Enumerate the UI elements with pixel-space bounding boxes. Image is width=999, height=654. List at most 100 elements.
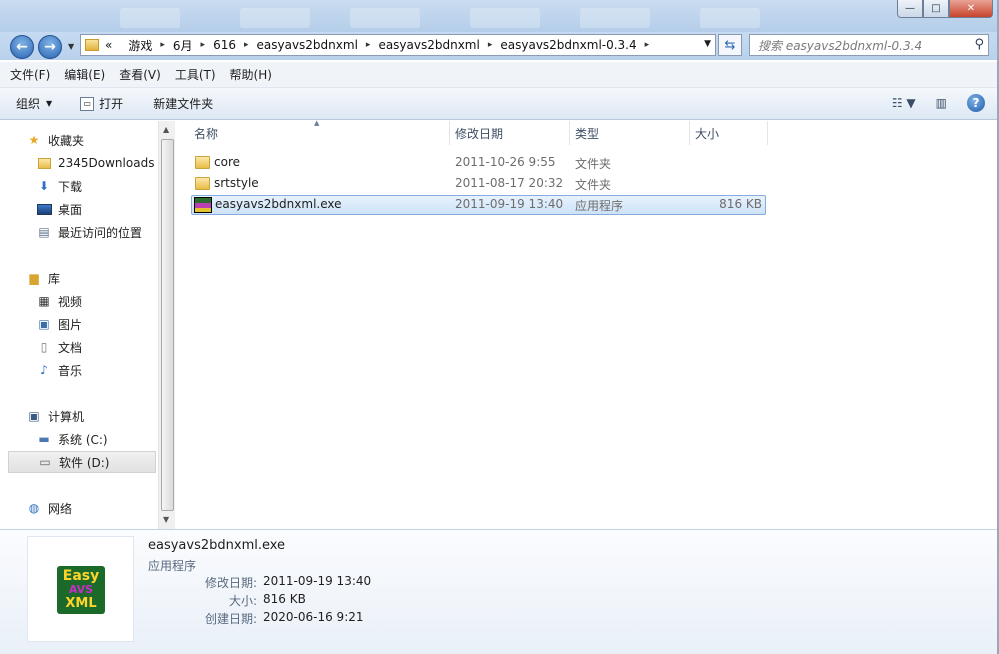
breadcrumb-separator[interactable]: ▸ <box>244 40 249 50</box>
sidebar-item-videos[interactable]: ▦ 视频 <box>36 290 82 312</box>
history-dropdown-icon[interactable]: ▼ <box>68 42 74 51</box>
menu-tools[interactable]: 工具(T) <box>175 66 216 83</box>
sidebar-label: 图片 <box>58 317 83 332</box>
file-name: core <box>214 155 240 169</box>
sidebar-label: 网络 <box>48 501 73 516</box>
sidebar-scrollbar[interactable]: ▲ ▼ <box>158 121 175 529</box>
close-button[interactable]: ✕ <box>949 0 993 18</box>
sidebar-item-downloads[interactable]: ⬇ 下载 <box>36 175 82 197</box>
preview-pane-icon[interactable]: ▥ <box>936 96 947 110</box>
sidebar-computer[interactable]: ▣ 计算机 <box>26 405 84 427</box>
help-button[interactable]: ? <box>967 94 985 112</box>
sidebar-network[interactable]: ◍ 网络 <box>26 497 72 519</box>
column-label: 修改日期 <box>455 126 504 141</box>
picture-icon: ▣ <box>38 317 50 331</box>
sidebar-libraries[interactable]: ▆ 库 <box>26 267 60 289</box>
minimize-button[interactable]: — <box>897 0 923 18</box>
video-icon: ▦ <box>38 294 50 308</box>
blurred-tab <box>350 8 420 28</box>
menu-view[interactable]: 查看(V) <box>119 66 161 83</box>
new-folder-button[interactable]: 新建文件夹 <box>153 95 213 112</box>
back-button[interactable]: ← <box>10 35 34 59</box>
search-icon[interactable]: ⚲ <box>974 37 984 52</box>
file-type: 应用程序 <box>575 199 624 213</box>
sidebar-label: 最近访问的位置 <box>58 225 143 240</box>
breadcrumb-separator[interactable]: ▸ <box>201 40 206 50</box>
details-label: 创建日期: <box>204 612 257 626</box>
view-options-icon[interactable]: ☷ ▼ <box>892 96 916 110</box>
breadcrumb-item[interactable]: 游戏 <box>128 37 152 54</box>
column-label: 大小 <box>695 126 720 141</box>
scroll-up-icon[interactable]: ▲ <box>163 125 169 134</box>
right-arrow-icon: → <box>44 39 56 55</box>
music-icon: ♪ <box>40 363 48 377</box>
column-header-size[interactable]: 大小 <box>690 121 768 145</box>
sidebar-item-desktop[interactable]: 桌面 <box>36 198 82 220</box>
blurred-tab <box>700 8 760 28</box>
sidebar-favorites[interactable]: ★ 收藏夹 <box>26 129 84 151</box>
address-dropdown-icon[interactable]: ▼ <box>704 39 711 49</box>
sidebar-item-2345downloads[interactable]: 2345Downloads <box>36 152 154 174</box>
file-row[interactable]: srtstyle 2011-08-17 20:32 文件夹 <box>191 174 766 194</box>
details-value[interactable]: 2011-09-19 13:40 <box>263 574 371 588</box>
file-name: easyavs2bdnxml.exe <box>215 197 342 211</box>
file-row[interactable]: core 2011-10-26 9:55 文件夹 <box>191 153 766 173</box>
breadcrumb-separator[interactable]: ▸ <box>160 40 165 50</box>
file-row-selected[interactable]: easyavs2bdnxml.exe 2011-09-19 13:40 应用程序… <box>191 195 766 215</box>
search-input[interactable]: 搜索 easyavs2bdnxml-0.3.4 ⚲ <box>749 34 989 56</box>
column-header-name[interactable]: ▲ 名称 <box>176 119 450 145</box>
refresh-icon: ⇆ <box>724 37 736 53</box>
breadcrumb-item[interactable]: 6月 <box>173 37 193 54</box>
breadcrumb-item[interactable]: easyavs2bdnxml <box>257 38 358 52</box>
sidebar-item-music[interactable]: ♪ 音乐 <box>36 359 82 381</box>
scroll-down-icon[interactable]: ▼ <box>163 515 169 524</box>
maximize-button[interactable]: □ <box>923 0 949 18</box>
document-icon: ▯ <box>40 340 48 354</box>
sidebar-item-documents[interactable]: ▯ 文档 <box>36 336 82 358</box>
folder-icon <box>195 177 210 190</box>
column-header-modified[interactable]: 修改日期 <box>450 121 570 145</box>
command-bar: 组织 ▼ ▭ 打开 新建文件夹 ☷ ▼ ▥ ? <box>0 88 999 120</box>
breadcrumb-separator[interactable]: ▸ <box>366 40 371 50</box>
sidebar-item-pictures[interactable]: ▣ 图片 <box>36 313 82 335</box>
icon-text: XML <box>65 596 97 611</box>
menu-edit[interactable]: 编辑(E) <box>64 66 105 83</box>
breadcrumb-separator[interactable]: ▸ <box>645 40 650 50</box>
column-label: 类型 <box>575 126 600 141</box>
details-file-type: 应用程序 <box>148 559 197 573</box>
sidebar-item-recent-places[interactable]: ▤ 最近访问的位置 <box>36 221 142 243</box>
drive-icon: ▭ <box>39 455 51 469</box>
organize-button[interactable]: 组织 ▼ <box>16 95 52 112</box>
file-modified: 2011-08-17 20:32 <box>455 176 564 190</box>
breadcrumb: « 游戏 ▸ 6月 ▸ 616 ▸ easyavs2bdnxml ▸ easya… <box>105 37 657 54</box>
sidebar-label: 视频 <box>58 294 83 309</box>
address-bar[interactable]: « 游戏 ▸ 6月 ▸ 616 ▸ easyavs2bdnxml ▸ easya… <box>80 34 716 56</box>
sidebar-item-drive-c[interactable]: ▬ 系统 (C:) <box>36 428 108 450</box>
sidebar-label: 系统 (C:) <box>58 432 108 447</box>
file-modified: 2011-10-26 9:55 <box>455 155 556 169</box>
breadcrumb-item[interactable]: easyavs2bdnxml <box>378 38 479 52</box>
forward-button[interactable]: → <box>38 35 62 59</box>
file-list: ▲ 名称 修改日期 类型 大小 core 2011-10-26 9:55 文件夹… <box>176 119 999 529</box>
details-label: 大小: <box>228 594 257 608</box>
breadcrumb-separator[interactable]: ▸ <box>488 40 493 50</box>
breadcrumb-item[interactable]: easyavs2bdnxml-0.3.4 <box>500 38 636 52</box>
refresh-button[interactable]: ⇆ <box>718 34 742 56</box>
sidebar-item-drive-d[interactable]: ▭ 软件 (D:) <box>8 451 156 473</box>
chevron-down-icon: ▼ <box>46 99 53 108</box>
details-file-name: easyavs2bdnxml.exe <box>148 538 286 553</box>
menu-file[interactable]: 文件(F) <box>10 66 50 83</box>
scrollbar-thumb[interactable] <box>161 139 174 511</box>
breadcrumb-overflow[interactable]: « <box>105 38 112 52</box>
library-icon: ▆ <box>29 271 39 285</box>
system-drive-icon: ▬ <box>38 432 50 446</box>
folder-icon <box>195 156 210 169</box>
column-header-type[interactable]: 类型 <box>570 121 690 145</box>
sidebar-label: 桌面 <box>58 202 83 217</box>
breadcrumb-item[interactable]: 616 <box>213 38 236 52</box>
view-controls: ☷ ▼ ▥ ? <box>880 94 985 112</box>
file-type: 文件夹 <box>575 157 612 171</box>
menu-help[interactable]: 帮助(H) <box>230 66 272 83</box>
sidebar-label: 下载 <box>58 179 83 194</box>
open-button[interactable]: ▭ 打开 <box>80 95 123 112</box>
